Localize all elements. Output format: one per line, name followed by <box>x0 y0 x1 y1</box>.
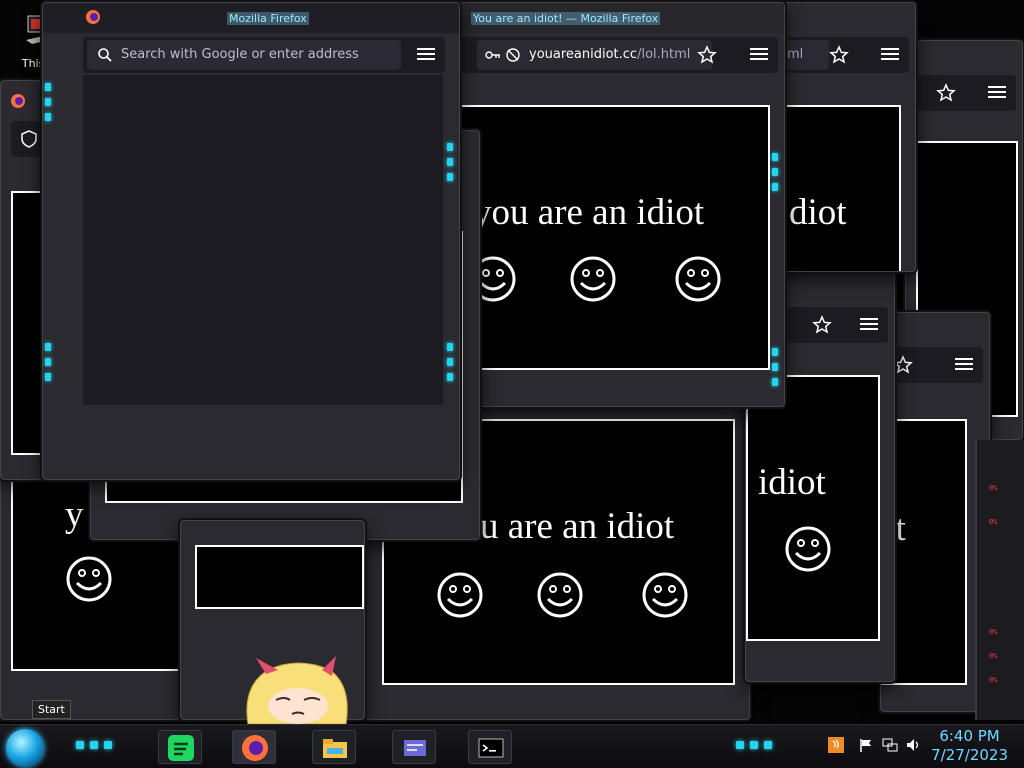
taskbar-decoration <box>730 735 780 755</box>
search-icon <box>98 48 112 62</box>
smiley-face-icon <box>437 572 483 618</box>
smiley-face-icon <box>785 526 831 572</box>
tracking-icon <box>485 51 500 59</box>
bookmark-star-icon[interactable] <box>936 83 956 103</box>
smiley-face-icon <box>570 256 616 302</box>
bookmark-star-icon[interactable] <box>829 45 849 65</box>
idiot-window-top-right[interactable]: ml diot <box>776 2 916 272</box>
menu-icon[interactable] <box>750 46 768 62</box>
idiot-text: you are an idiot <box>473 192 705 233</box>
file-explorer-icon <box>323 739 347 758</box>
window-title: You are an idiot! — Mozilla Firefox <box>471 12 661 25</box>
menu-icon[interactable] <box>955 356 973 372</box>
system-clock[interactable]: 6:40 PM 7/27/2023 <box>931 727 1008 765</box>
clock-date: 7/27/2023 <box>931 746 1008 764</box>
java-icon[interactable] <box>828 737 844 753</box>
taskbar: 6:40 PM 7/27/2023 <box>0 724 1024 768</box>
idiot-text-partial: idiot <box>758 462 826 503</box>
address-bar[interactable]: Search with Google or enter address <box>87 40 401 70</box>
idiot-text-partial: diot <box>789 192 847 233</box>
taskbar-decoration <box>70 735 120 755</box>
firefox-icon <box>11 94 25 108</box>
bookmark-star-icon[interactable] <box>893 355 913 375</box>
insecure-lock-icon <box>506 48 520 62</box>
address-bar[interactable]: youareanidiot.cc/lol.html <box>477 40 712 70</box>
idiot-text: u are an idiot <box>480 506 675 547</box>
menu-icon[interactable] <box>881 46 899 62</box>
taskbar-firefox[interactable] <box>232 730 276 764</box>
address-bar[interactable]: ml <box>779 40 829 70</box>
taskbar-spotify[interactable] <box>158 730 202 764</box>
bookmark-star-icon[interactable] <box>697 45 717 65</box>
smiley-face-icon <box>66 556 112 602</box>
cartoon-character-sticker <box>246 656 348 724</box>
smiley-face-icon <box>642 572 688 618</box>
control-panel-icon <box>404 740 426 756</box>
spotify-icon <box>168 735 194 761</box>
shield-icon[interactable] <box>19 129 39 149</box>
firefox-window-front[interactable]: Mozilla Firefox Search with Google or en… <box>42 2 460 480</box>
volume-icon[interactable] <box>905 737 921 753</box>
idiot-window-main[interactable]: You are an idiot! — Mozilla Firefox youa… <box>450 2 785 407</box>
smiley-face-icon <box>537 572 583 618</box>
start-button[interactable] <box>6 729 44 767</box>
idiot-text-partial: y <box>65 494 84 535</box>
smiley-face-icon <box>675 256 721 302</box>
desktop: This PC ot y u are a <box>0 0 1024 768</box>
menu-icon[interactable] <box>988 84 1006 100</box>
idiot-window-bottom-right[interactable]: ot <box>880 312 990 712</box>
system-monitor-widget: 0% 0% 0% 0% 0% <box>975 440 1024 720</box>
taskbar-control-panel[interactable] <box>392 730 436 764</box>
taskbar-file-explorer[interactable] <box>312 730 356 764</box>
taskbar-cmd[interactable] <box>468 730 512 764</box>
start-tooltip: Start <box>32 700 71 719</box>
flag-icon[interactable] <box>858 737 874 753</box>
network-icon[interactable] <box>882 737 898 753</box>
window-title: Mozilla Firefox <box>227 12 309 25</box>
firefox-icon <box>242 735 268 761</box>
cmd-icon <box>478 738 504 758</box>
firefox-icon <box>86 10 100 24</box>
menu-icon[interactable] <box>860 316 878 332</box>
menu-icon[interactable] <box>417 46 435 62</box>
bookmark-star-icon[interactable] <box>812 315 832 335</box>
clock-time: 6:40 PM <box>939 727 1000 745</box>
